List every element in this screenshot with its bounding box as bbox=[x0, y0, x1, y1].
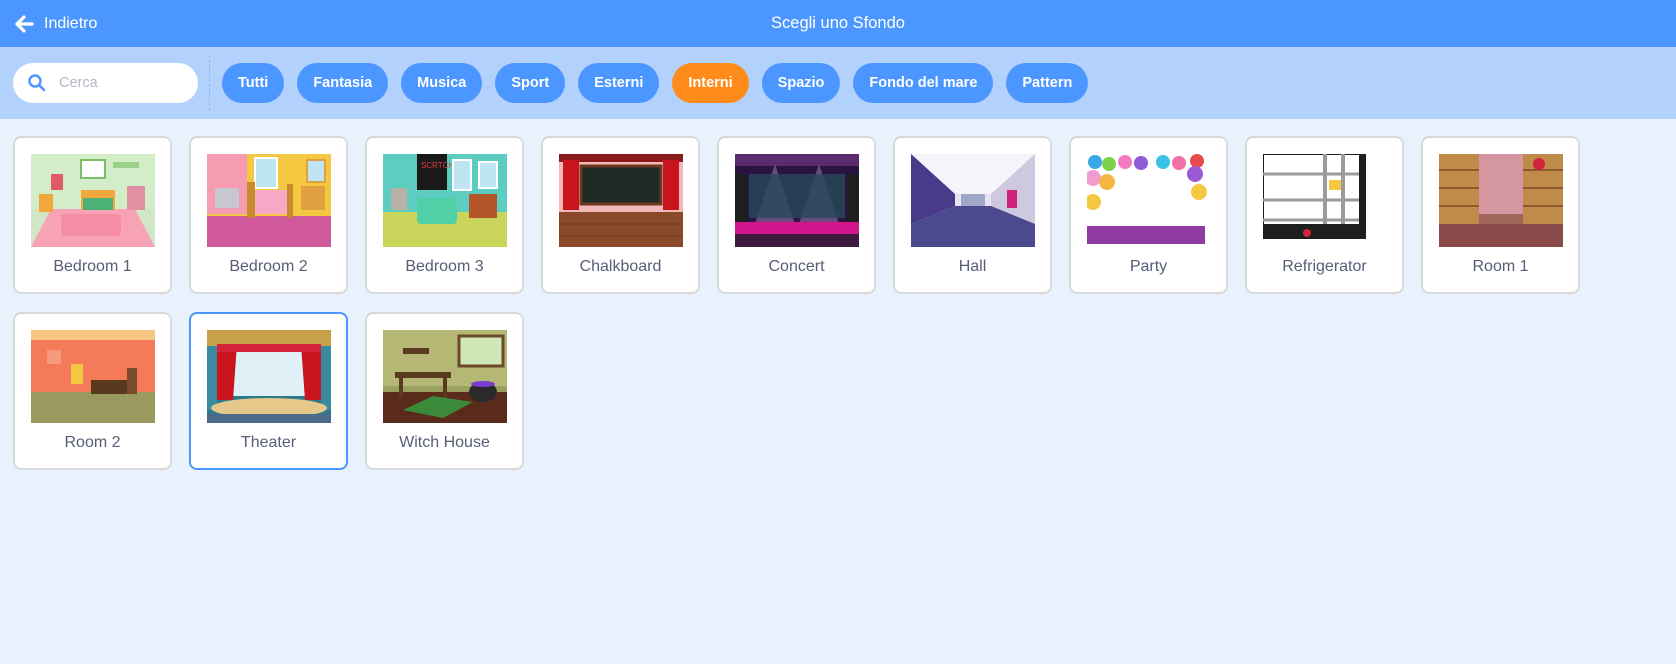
backdrop-card-witch-house[interactable]: Witch House bbox=[365, 312, 524, 470]
back-label: Indietro bbox=[44, 14, 98, 32]
backdrop-name: Party bbox=[1129, 258, 1168, 275]
backdrop-card-bedroom-1[interactable]: Bedroom 1 bbox=[13, 136, 172, 294]
filter-bar: Tutti Fantasia Musica Sport Esterni Inte… bbox=[0, 47, 1676, 119]
backdrop-name: Hall bbox=[958, 258, 987, 275]
backdrop-card-theater[interactable]: Theater bbox=[189, 312, 348, 470]
backdrop-thumbnail bbox=[1439, 154, 1563, 247]
backdrop-thumbnail bbox=[31, 154, 155, 247]
backdrop-name: Theater bbox=[240, 434, 297, 451]
backdrop-name: Chalkboard bbox=[579, 258, 662, 275]
modal-title: Scegli uno Sfondo bbox=[771, 14, 905, 32]
backdrop-thumbnail bbox=[735, 154, 859, 247]
tag-musica[interactable]: Musica bbox=[401, 63, 483, 103]
backdrop-thumbnail bbox=[1087, 154, 1211, 247]
backdrop-thumbnail: SCRTCH bbox=[383, 154, 507, 247]
backdrop-thumbnail bbox=[1263, 154, 1387, 247]
filter-divider bbox=[209, 55, 210, 111]
backdrop-card-concert[interactable]: Concert bbox=[717, 136, 876, 294]
tag-pattern[interactable]: Pattern bbox=[1006, 63, 1089, 103]
tag-interni[interactable]: Interni bbox=[672, 63, 749, 103]
backdrop-name: Refrigerator bbox=[1282, 258, 1367, 275]
backdrop-thumbnail bbox=[207, 154, 331, 247]
backdrop-card-party[interactable]: Party bbox=[1069, 136, 1228, 294]
backdrop-card-hall[interactable]: Hall bbox=[893, 136, 1052, 294]
tag-fantasia[interactable]: Fantasia bbox=[297, 63, 389, 103]
backdrop-card-refrigerator[interactable]: Refrigerator bbox=[1245, 136, 1404, 294]
backdrop-name: Bedroom 1 bbox=[53, 258, 132, 275]
backdrop-name: Room 2 bbox=[64, 434, 121, 451]
backdrop-thumbnail bbox=[911, 154, 1035, 247]
backdrop-card-room-2[interactable]: Room 2 bbox=[13, 312, 172, 470]
tag-sport[interactable]: Sport bbox=[495, 63, 566, 103]
modal-header: Indietro Scegli uno Sfondo bbox=[0, 0, 1676, 47]
backdrop-thumbnail bbox=[31, 330, 155, 423]
tag-esterni[interactable]: Esterni bbox=[578, 63, 660, 103]
tag-fondo-del-mare[interactable]: Fondo del mare bbox=[853, 63, 994, 103]
backdrop-thumbnail bbox=[383, 330, 507, 423]
svg-text:SCRTCH: SCRTCH bbox=[421, 161, 454, 170]
tag-list: Tutti Fantasia Musica Sport Esterni Inte… bbox=[222, 63, 1101, 103]
search-input[interactable] bbox=[59, 75, 189, 91]
back-button[interactable]: Indietro bbox=[14, 0, 97, 47]
search-box[interactable] bbox=[13, 63, 198, 103]
backdrop-card-chalkboard[interactable]: Chalkboard bbox=[541, 136, 700, 294]
search-icon bbox=[28, 74, 46, 92]
tag-spazio[interactable]: Spazio bbox=[761, 63, 841, 103]
backdrop-name: Room 1 bbox=[1472, 258, 1529, 275]
backdrop-card-bedroom-3[interactable]: SCRTCH Bedroom 3 bbox=[365, 136, 524, 294]
backdrop-card-room-1[interactable]: Room 1 bbox=[1421, 136, 1580, 294]
backdrop-thumbnail bbox=[559, 154, 683, 247]
arrow-left-icon bbox=[15, 14, 34, 33]
backdrop-thumbnail bbox=[207, 330, 331, 423]
backdrop-name: Bedroom 2 bbox=[229, 258, 308, 275]
backdrop-name: Concert bbox=[768, 258, 825, 275]
tag-tutti[interactable]: Tutti bbox=[222, 63, 285, 103]
backdrop-name: Bedroom 3 bbox=[405, 258, 484, 275]
backdrop-name: Witch House bbox=[399, 434, 490, 451]
backdrop-grid: Bedroom 1 Bedroom 2 SCRTCH Bedroom 3 Cha… bbox=[13, 136, 1613, 488]
backdrop-card-bedroom-2[interactable]: Bedroom 2 bbox=[189, 136, 348, 294]
